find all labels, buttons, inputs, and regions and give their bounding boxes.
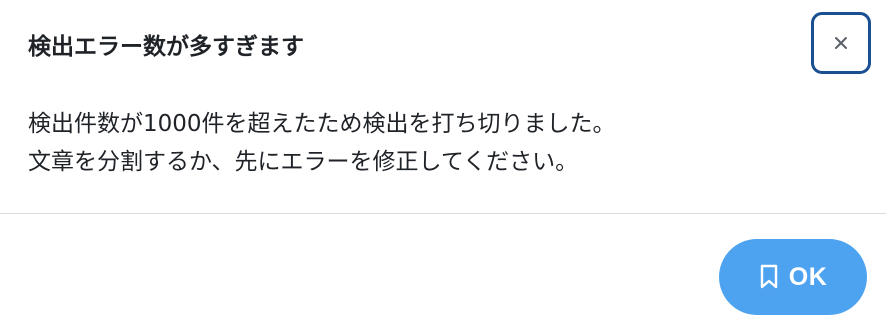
close-button[interactable] (811, 12, 871, 74)
dialog-title: 検出エラー数が多すぎます (28, 34, 304, 60)
footer-divider (0, 213, 886, 214)
dialog-message: 検出件数が1000件を超えたため検出を打ち切りました。 文章を分割するか、先にエ… (28, 105, 858, 181)
ok-button-label: OK (788, 262, 828, 291)
message-line-2: 文章を分割するか、先にエラーを修正してください。 (28, 149, 579, 175)
ok-button[interactable]: OK (719, 239, 867, 315)
close-icon (834, 36, 848, 50)
dialog-header: 検出エラー数が多すぎます (0, 0, 886, 90)
error-dialog: 検出エラー数が多すぎます 検出件数が1000件を超えたため検出を打ち切りました。… (0, 0, 886, 336)
bookmark-icon (759, 264, 779, 290)
message-line-1: 検出件数が1000件を超えたため検出を打ち切りました。 (28, 111, 616, 137)
